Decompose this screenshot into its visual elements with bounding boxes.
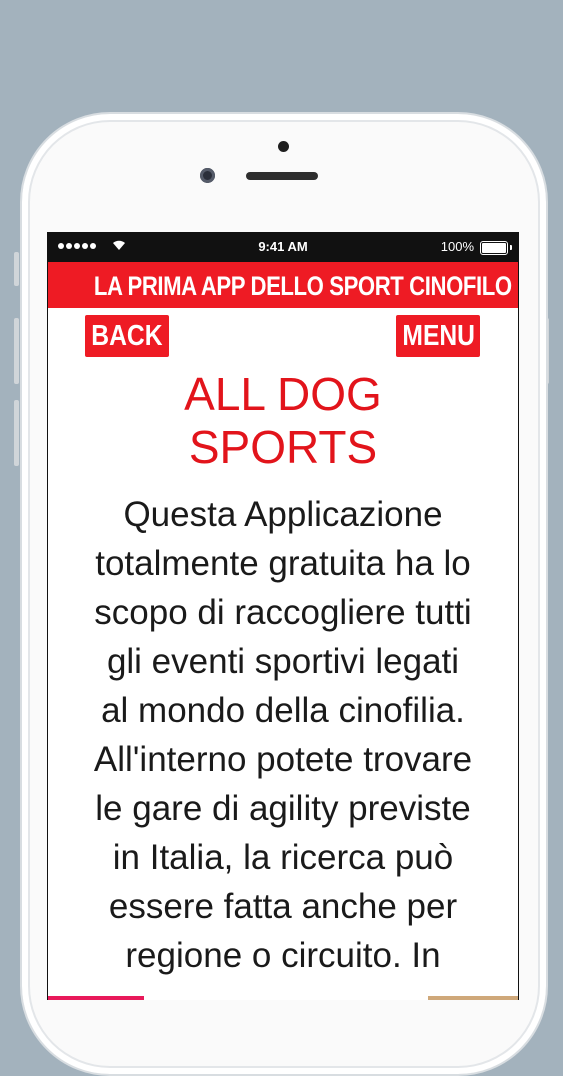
description-line: gli eventi sportivi legati (106, 642, 460, 681)
earpiece-speaker (246, 172, 318, 180)
back-button[interactable]: BACK (85, 315, 169, 357)
status-bar: 9:41 AM 100% (48, 232, 518, 262)
description-line: scopo di raccogliere tutti (94, 593, 472, 632)
battery-icon (480, 241, 512, 255)
description-line: in Italia, la ricerca può (112, 838, 454, 877)
volume-down-button (14, 400, 19, 466)
bottom-banner-left (48, 996, 144, 1000)
back-button-label: BACK (91, 320, 163, 352)
description-line: le gare di agility previste (95, 789, 471, 828)
battery-percentage: 100% (440, 239, 474, 254)
phone-screen: 9:41 AM 100% LA PRIMA APP DELLO SPORT CI… (47, 232, 519, 1000)
menu-button[interactable]: MENU (396, 315, 480, 357)
bottom-banner-right (428, 996, 518, 1000)
description-text: Questa Applicazione totalmente gratuita … (48, 490, 518, 980)
page-title-line: ALL DOG (184, 368, 382, 420)
description-line: regione o circuito. In (125, 936, 441, 975)
description-line: All'interno potete trovare (93, 740, 473, 779)
description-line: totalmente gratuita ha lo (95, 544, 471, 583)
volume-up-button (14, 318, 19, 384)
menu-button-label: MENU (402, 320, 475, 352)
front-camera-icon (278, 141, 289, 152)
description-line: Questa Applicazione (123, 495, 443, 534)
description-line: al mondo della cinofilia. (101, 691, 465, 730)
page-title-line: SPORTS (188, 421, 378, 473)
proximity-sensor-icon (200, 168, 215, 183)
page-title: ALL DOG SPORTS (48, 368, 518, 474)
mute-switch (14, 252, 19, 286)
app-header-title: LA PRIMA APP DELLO SPORT CINOFILO (93, 271, 512, 301)
description-line: essere fatta anche per (108, 887, 458, 926)
app-header-banner: LA PRIMA APP DELLO SPORT CINOFILO (48, 262, 518, 308)
